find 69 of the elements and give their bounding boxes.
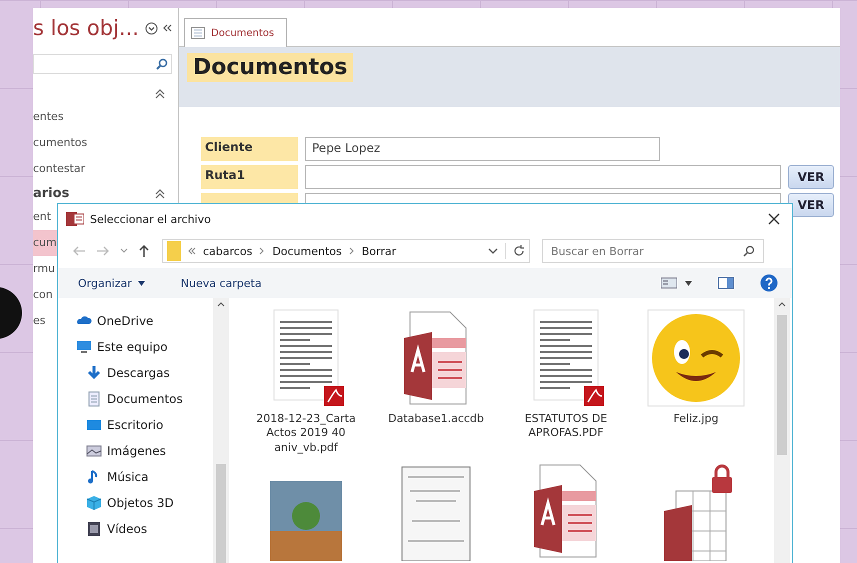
pane-title: s los obj... <box>33 16 140 40</box>
preview-pane-icon[interactable] <box>718 277 734 289</box>
field-label: Ruta1 <box>201 165 298 189</box>
up-icon[interactable] <box>138 244 150 258</box>
scroll-up-icon[interactable] <box>217 302 225 307</box>
dropdown-icon[interactable] <box>488 248 498 254</box>
nav-item[interactable]: entes <box>33 104 178 130</box>
view-button[interactable]: VER <box>788 165 834 189</box>
chevron-icon[interactable] <box>154 86 166 100</box>
breadcrumb[interactable]: Documentos <box>272 244 342 258</box>
tree-item[interactable]: Música <box>86 464 213 490</box>
file-item[interactable]: Feliz.jpg <box>631 308 761 455</box>
help-icon[interactable] <box>760 274 778 292</box>
search-icon <box>156 58 168 70</box>
overflow-chevron-icon[interactable] <box>188 247 196 255</box>
access-app-icon <box>66 211 84 227</box>
tree-item[interactable]: Objetos 3D <box>86 490 213 516</box>
refresh-icon[interactable] <box>513 245 525 257</box>
caret-icon[interactable] <box>685 280 692 286</box>
nav-item[interactable]: contestar <box>33 156 178 182</box>
picture-icon <box>86 443 102 459</box>
breadcrumb[interactable]: Borrar <box>362 244 396 258</box>
scroll-up-icon[interactable] <box>778 302 786 307</box>
new-folder-button[interactable]: Nueva carpeta <box>176 274 266 292</box>
tree-item[interactable]: OneDrive <box>76 308 213 334</box>
form-icon <box>191 27 205 39</box>
caret-icon <box>138 280 145 286</box>
nav-item[interactable]: cumentos <box>33 130 178 156</box>
chevron-icon[interactable] <box>154 186 166 200</box>
search-field[interactable]: Buscar en Borrar <box>542 239 764 263</box>
tree-item[interactable]: Vídeos <box>86 516 213 542</box>
tree-item[interactable]: Documentos <box>86 386 213 412</box>
tree-item[interactable]: Descargas <box>86 360 213 386</box>
field-label: Cliente <box>201 137 298 161</box>
group-header[interactable]: arios <box>33 186 70 200</box>
address-bar[interactable]: cabarcos Documentos Borrar <box>162 239 530 263</box>
folder-icon <box>167 241 181 261</box>
dropdown-icon[interactable] <box>145 22 158 34</box>
form-title: Documentos <box>187 53 354 82</box>
film-icon <box>86 521 102 537</box>
view-button[interactable]: VER <box>788 193 834 217</box>
scrollbar[interactable] <box>774 298 790 563</box>
file-item[interactable]: 2018-12-23_Carta Actos 2019 40 aniv_vb.pdf <box>241 308 371 455</box>
view-options-icon[interactable] <box>661 277 677 289</box>
cube-icon <box>86 495 102 511</box>
file-item[interactable]: Database1.accdb <box>371 308 501 455</box>
scroll-thumb[interactable] <box>777 315 787 455</box>
form-tab[interactable]: Documentos <box>184 18 288 47</box>
download-arrow-icon <box>86 365 102 381</box>
scroll-thumb[interactable] <box>216 464 226 563</box>
input-field[interactable]: Pepe Lopez <box>305 137 660 161</box>
file-item[interactable]: ESTATUTOS DE APROFAS.PDF <box>501 308 631 455</box>
desktop-icon <box>86 417 102 433</box>
input-field[interactable] <box>305 165 781 189</box>
tree-item[interactable]: Este equipo <box>76 334 213 360</box>
computer-icon <box>76 339 92 355</box>
search-icon <box>743 245 755 257</box>
search-field[interactable] <box>33 54 172 74</box>
tree-item[interactable]: Imágenes <box>86 438 213 464</box>
breadcrumb-separator-icon <box>259 247 266 255</box>
breadcrumb[interactable]: cabarcos <box>203 244 252 258</box>
breadcrumb-separator-icon <box>348 247 355 255</box>
tree-item[interactable]: Escritorio <box>86 412 213 438</box>
collapse-icon[interactable] <box>162 23 172 33</box>
document-icon <box>86 391 102 407</box>
organize-menu[interactable]: Organizar <box>74 274 149 292</box>
close-icon[interactable] <box>768 213 780 225</box>
scrollbar[interactable] <box>213 298 229 563</box>
dialog-title: Seleccionar el archivo <box>90 212 211 226</box>
